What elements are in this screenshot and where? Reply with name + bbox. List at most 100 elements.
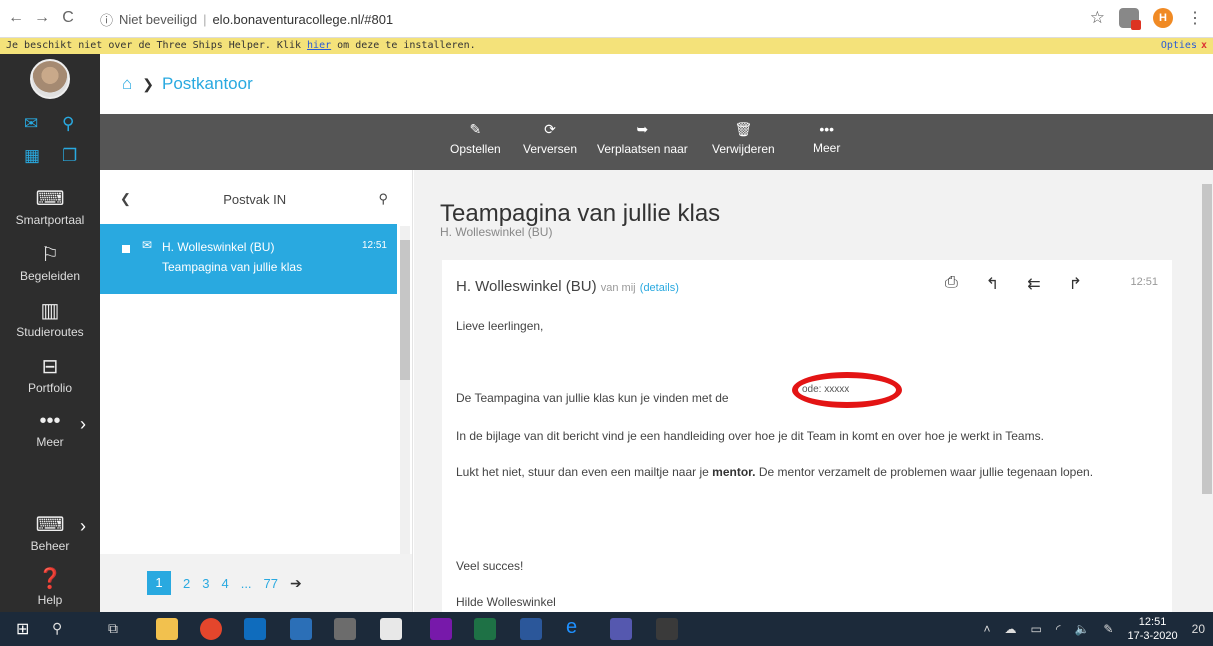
reload-button[interactable]: C (58, 9, 78, 27)
sidebar-item-help[interactable]: ❓ Help (0, 566, 100, 607)
print-icon[interactable]: ⎙ (945, 274, 958, 294)
windows-start-icon[interactable]: ⊞ (16, 619, 38, 641)
app-icon[interactable] (290, 618, 312, 640)
sidebar-item-studieroutes[interactable]: ▥ Studieroutes (0, 298, 100, 339)
mail-toolbar: ✎ Opstellen ⟳ Verversen ➥ Verplaatsen na… (100, 114, 1213, 170)
sidebar-item-beheer[interactable]: ⌨ Beheer › (0, 512, 100, 553)
sidebar-item-meer[interactable]: ••• Meer › (0, 410, 100, 449)
search-icon[interactable]: ⚲ (52, 620, 74, 642)
compose-button[interactable]: ✎ Opstellen (450, 121, 501, 156)
breadcrumb-current[interactable]: Postkantoor (162, 74, 253, 94)
sidebar-item-portfolio[interactable]: ⊟ Portfolio (0, 354, 100, 395)
calendar-icon[interactable]: ▦ (24, 146, 40, 166)
address-bar[interactable]: ⓘ Niet beveiligd | elo.bonaventuracolleg… (100, 6, 1060, 32)
app-icon[interactable] (334, 618, 356, 640)
profile-avatar[interactable]: H (1153, 8, 1173, 28)
more-button[interactable]: ••• Meer (813, 121, 840, 155)
chevron-up-icon[interactable]: ˄ (983, 622, 990, 636)
mail-time: 12:51 (361, 240, 387, 251)
forward-icon[interactable]: ↱ (1069, 274, 1082, 294)
trash-icon: 🗑 (734, 121, 753, 137)
app-icon[interactable] (380, 618, 402, 640)
helper-text-after: om deze te installeren. (331, 40, 476, 51)
back-button[interactable]: ← (6, 9, 26, 27)
sidebar-item-smartportaal[interactable]: ⌨ Smartportaal (0, 186, 100, 227)
pen-icon[interactable]: ✎ (1103, 622, 1113, 636)
envelope-icon: ✉ (142, 238, 153, 252)
onenote-icon[interactable] (430, 618, 452, 640)
forward-button[interactable]: → (32, 9, 52, 27)
clock-date: 17-3-2020 (1127, 630, 1178, 642)
cloud-icon[interactable]: ☁ (1004, 622, 1016, 636)
mailbox-panel: ❮ Postvak IN ⚲ ✉ H. Wolleswinkel (BU) 12… (100, 170, 413, 612)
page-4[interactable]: 4 (221, 576, 228, 591)
reply-icon[interactable]: ↰ (986, 274, 999, 294)
page-2[interactable]: 2 (183, 576, 190, 591)
message-sender: H. Wolleswinkel (BU) (456, 278, 597, 295)
info-icon[interactable]: ⓘ (100, 10, 113, 29)
move-icon: ➥ (636, 121, 649, 137)
sidebar-item-label: Studieroutes (16, 325, 84, 339)
home-icon[interactable]: ⌂ (122, 74, 132, 94)
message-card: H. Wolleswinkel (BU) van mij (details) ⎙… (442, 260, 1172, 612)
message-title: Teampagina van jullie klas (440, 200, 721, 227)
battery-icon[interactable]: ▭ (1030, 622, 1041, 636)
back-chevron-icon[interactable]: ❮ (120, 191, 131, 207)
bookmark-star-icon[interactable]: ☆ (1090, 8, 1105, 28)
mentor-bold: mentor. (712, 465, 756, 479)
mail-icon[interactable]: ✉ (24, 114, 38, 134)
search-icon[interactable]: ⚲ (378, 191, 388, 207)
team-code: ode: xxxxx (802, 384, 850, 395)
reply-all-icon[interactable]: ⇇ (1027, 274, 1040, 294)
word-icon[interactable] (520, 618, 542, 640)
refresh-button[interactable]: ⟳ Verversen (523, 121, 577, 156)
line3-text: Lukt het niet, stuur dan even een mailtj… (456, 465, 713, 479)
notification-count[interactable]: 20 (1192, 622, 1205, 636)
next-arrow-icon[interactable]: ➔ (290, 575, 302, 592)
page-1[interactable]: 1 (147, 571, 171, 595)
delete-label: Verwijderen (712, 142, 775, 156)
sidebar-item-begeleiden[interactable]: ⚐ Begeleiden (0, 242, 100, 283)
delete-button[interactable]: 🗑 Verwijderen (712, 121, 775, 156)
task-view-icon[interactable]: ⧉ (108, 620, 130, 642)
extension-icon[interactable] (1119, 8, 1141, 30)
clock[interactable]: 12:51 17-3-2020 (1127, 615, 1177, 643)
url-text[interactable]: elo.bonaventuracollege.nl/#801 (212, 12, 393, 27)
user-avatar[interactable] (30, 59, 70, 99)
signpost-icon: ⚐ (41, 244, 59, 266)
keyboard-icon: ⌨ (35, 188, 65, 210)
helper-options-link[interactable]: Opties (1161, 40, 1197, 51)
search-icon[interactable]: ⚲ (62, 114, 74, 134)
refresh-icon: ⟳ (544, 121, 556, 137)
chrome-icon[interactable] (200, 618, 222, 640)
page-77[interactable]: 77 (264, 576, 278, 591)
helper-close-icon[interactable]: x (1201, 40, 1207, 51)
details-link[interactable]: (details) (640, 282, 679, 294)
file-explorer-icon[interactable] (156, 618, 178, 640)
mailbox-title: Postvak IN (223, 191, 287, 207)
help-icon: ❓ (37, 568, 63, 590)
more-label: Meer (813, 141, 841, 155)
breadcrumb: ⌂ ❯ Postkantoor (100, 54, 1213, 114)
pagination: 1 2 3 4 ... 77 ➔ (100, 554, 412, 612)
helper-install-link[interactable]: hier (307, 40, 331, 51)
mailbox-scrollbar[interactable] (400, 226, 410, 556)
edge-icon[interactable]: e (566, 616, 588, 638)
menu-kebab-icon[interactable]: ⋮ (1187, 8, 1203, 28)
message-scrollbar[interactable] (1201, 170, 1213, 612)
security-label: Niet beveiligd (119, 11, 198, 27)
page-3[interactable]: 3 (202, 576, 209, 591)
wifi-icon[interactable]: ◜ (1056, 622, 1061, 636)
volume-icon[interactable]: 🔈 (1074, 622, 1089, 636)
list-item[interactable]: ✉ H. Wolleswinkel (BU) 12:51 Teampagina … (100, 224, 397, 294)
outlook-icon[interactable] (244, 618, 266, 640)
paint-icon[interactable] (656, 618, 678, 640)
sidebar-item-label: Smartportaal (15, 213, 85, 227)
excel-icon[interactable] (474, 618, 496, 640)
teams-icon[interactable] (610, 618, 632, 640)
move-button[interactable]: ➥ Verplaatsen naar (597, 121, 688, 156)
pages-icon[interactable]: ❐ (62, 146, 77, 166)
select-checkbox[interactable] (122, 245, 130, 253)
mail-subject: Teampagina van jullie klas (162, 260, 303, 274)
system-tray: ˄ ☁ ▭ ◜ 🔈 ✎ 12:51 17-3-2020 20 (983, 612, 1205, 646)
